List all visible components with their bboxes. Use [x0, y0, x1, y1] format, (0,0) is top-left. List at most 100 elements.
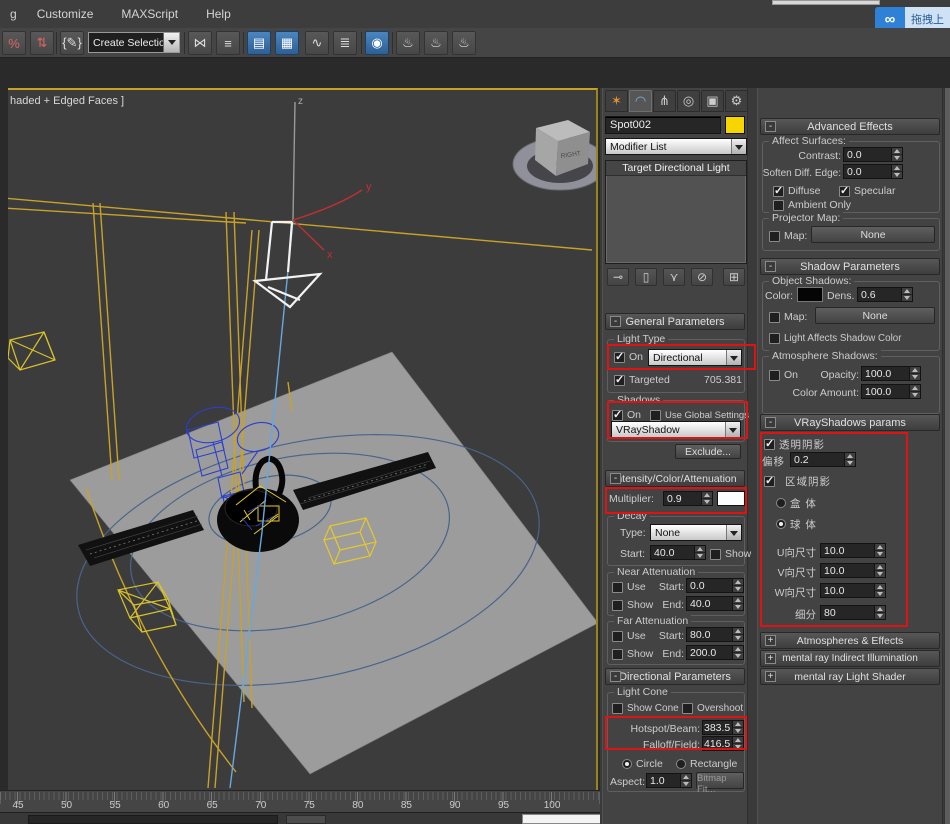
falloff-spinner[interactable]: 416.5 — [702, 736, 744, 751]
decay-show-checkbox[interactable] — [710, 549, 721, 560]
rollout-mr-indirect-illumination[interactable]: + mental ray Indirect Illumination — [760, 650, 940, 667]
expand-icon[interactable]: + — [765, 635, 776, 646]
spinner-arrows[interactable] — [701, 492, 712, 505]
targeted-checkbox[interactable] — [614, 375, 625, 386]
expand-icon[interactable]: + — [765, 671, 776, 682]
chevron-down-icon[interactable] — [726, 525, 741, 540]
tab-modify[interactable]: ◠ — [629, 90, 652, 112]
collapse-icon[interactable]: - — [765, 417, 776, 428]
show-cone-checkbox[interactable] — [612, 703, 623, 714]
near-use-checkbox[interactable] — [612, 582, 623, 593]
shadow-color-swatch[interactable] — [797, 287, 823, 302]
menu-item-partial[interactable]: g — [0, 7, 27, 21]
object-color-swatch[interactable] — [725, 116, 745, 134]
far-show-checkbox[interactable] — [612, 649, 623, 660]
status-button-partial[interactable] — [286, 815, 326, 824]
menu-item-help[interactable]: Help — [196, 7, 241, 21]
collapse-icon[interactable]: - — [610, 316, 621, 327]
spinner-arrows[interactable] — [874, 606, 885, 619]
quick-render-icon[interactable]: ♨ — [452, 31, 476, 55]
rendered-frame-icon[interactable]: ♨ — [424, 31, 448, 55]
perspective-viewport[interactable]: z y x RIGHT haded + Edged — [8, 88, 598, 790]
atmosphere-on-checkbox[interactable] — [769, 370, 780, 381]
far-end-spinner[interactable]: 200.0 — [686, 645, 744, 660]
spinner-arrows[interactable] — [680, 774, 691, 787]
tab-motion[interactable]: ◎ — [677, 90, 700, 112]
spinner-arrows[interactable] — [844, 453, 855, 466]
remove-modifier-icon[interactable]: ⊘ — [691, 268, 713, 286]
expand-icon[interactable]: + — [765, 653, 776, 664]
rollout-mr-light-shader[interactable]: + mental ray Light Shader — [760, 668, 940, 685]
rollout-vrayshadows-params[interactable]: - VRayShadows params — [760, 414, 940, 431]
sphere-radio[interactable] — [776, 519, 786, 529]
spinner-arrows[interactable] — [732, 721, 743, 734]
configure-sets-icon[interactable]: ⊞ — [723, 268, 745, 286]
bias-spinner[interactable]: 0.2 — [790, 452, 856, 467]
rollout-advanced-effects[interactable]: - Advanced Effects — [760, 118, 940, 135]
decay-type-dropdown[interactable]: None — [650, 524, 742, 541]
vsize-spinner[interactable]: 10.0 — [820, 563, 886, 578]
stack-item-light[interactable]: Target Directional Light — [606, 161, 746, 176]
collapse-icon[interactable]: - — [765, 121, 776, 132]
shadow-map-checkbox[interactable] — [769, 312, 780, 323]
named-selection-icon[interactable]: {✎} — [60, 31, 84, 55]
spinner-arrows[interactable] — [732, 597, 743, 610]
rollout-intensity[interactable]: - Intensity/Color/Attenuation — [605, 470, 745, 487]
near-end-spinner[interactable]: 40.0 — [686, 596, 744, 611]
bitmap-fit-button[interactable]: Bitmap Fit... — [696, 772, 744, 789]
chevron-down-icon[interactable] — [726, 350, 741, 365]
far-start-spinner[interactable]: 80.0 — [686, 627, 744, 642]
exclude-button[interactable]: Exclude... — [675, 444, 741, 459]
selection-set-combo[interactable]: Create Selection Se — [88, 32, 180, 53]
rollout-atmospheres-effects[interactable]: + Atmospheres & Effects — [760, 632, 940, 649]
color-amount-spinner[interactable]: 100.0 — [861, 384, 921, 399]
align-icon[interactable]: ≡ — [216, 31, 240, 55]
snap-spinner-icon[interactable]: ⇅ — [30, 31, 54, 55]
overshoot-checkbox[interactable] — [682, 703, 693, 714]
light-type-dropdown[interactable]: Directional — [648, 349, 742, 366]
shadows-on-checkbox[interactable] — [612, 410, 623, 421]
decay-start-spinner[interactable]: 40.0 — [650, 545, 706, 560]
near-show-checkbox[interactable] — [612, 600, 623, 611]
rectangle-radio[interactable] — [676, 759, 686, 769]
rollout-directional-parameters[interactable]: - Directional Parameters — [605, 668, 745, 685]
shadow-map-button[interactable]: None — [815, 307, 935, 324]
spinner-arrows[interactable] — [694, 546, 705, 559]
multiplier-spinner[interactable]: 0.9 — [663, 491, 713, 506]
far-use-checkbox[interactable] — [612, 631, 623, 642]
usize-spinner[interactable]: 10.0 — [820, 543, 886, 558]
light-affects-checkbox[interactable] — [769, 333, 780, 344]
panel-scrollbar[interactable] — [944, 88, 950, 824]
menu-item-customize[interactable]: Customize — [27, 7, 104, 21]
spinner-arrows[interactable] — [909, 367, 920, 380]
contrast-spinner[interactable]: 0.0 — [843, 147, 903, 162]
projector-map-button[interactable]: None — [811, 226, 935, 243]
menu-item-maxscript[interactable]: MAXScript — [111, 7, 188, 21]
spinner-arrows[interactable] — [874, 544, 885, 557]
subdivs-spinner[interactable]: 80 — [820, 605, 886, 620]
modifier-stack[interactable]: Target Directional Light — [605, 160, 747, 264]
render-production-icon[interactable]: ♨ — [396, 31, 420, 55]
modifier-list-dropdown[interactable]: Modifier List — [605, 138, 747, 155]
dens-spinner[interactable]: 0.6 — [857, 287, 913, 302]
tab-utilities[interactable]: ⚙ — [725, 90, 748, 112]
spinner-arrows[interactable] — [732, 646, 743, 659]
spinner-arrows[interactable] — [732, 737, 743, 750]
near-start-spinner[interactable]: 0.0 — [686, 578, 744, 593]
collapse-icon[interactable]: - — [610, 473, 621, 484]
wsize-spinner[interactable]: 10.0 — [820, 583, 886, 598]
projector-map-checkbox[interactable] — [769, 231, 780, 242]
use-global-settings-checkbox[interactable] — [650, 410, 661, 421]
layer-manager-icon[interactable]: ▤ — [247, 31, 271, 55]
spinner-arrows[interactable] — [901, 288, 912, 301]
ambient-only-checkbox[interactable] — [773, 200, 784, 211]
opacity-spinner[interactable]: 100.0 — [861, 366, 921, 381]
area-shadows-checkbox[interactable] — [764, 476, 775, 487]
spinner-arrows[interactable] — [891, 165, 902, 178]
collapse-icon[interactable]: - — [765, 261, 776, 272]
snap-percent-icon[interactable]: % — [2, 31, 26, 55]
spinner-arrows[interactable] — [891, 148, 902, 161]
mirror-icon[interactable]: ⋈ — [188, 31, 212, 55]
soften-spinner[interactable]: 0.0 — [843, 164, 903, 179]
curve-editor-icon[interactable]: ∿ — [305, 31, 329, 55]
